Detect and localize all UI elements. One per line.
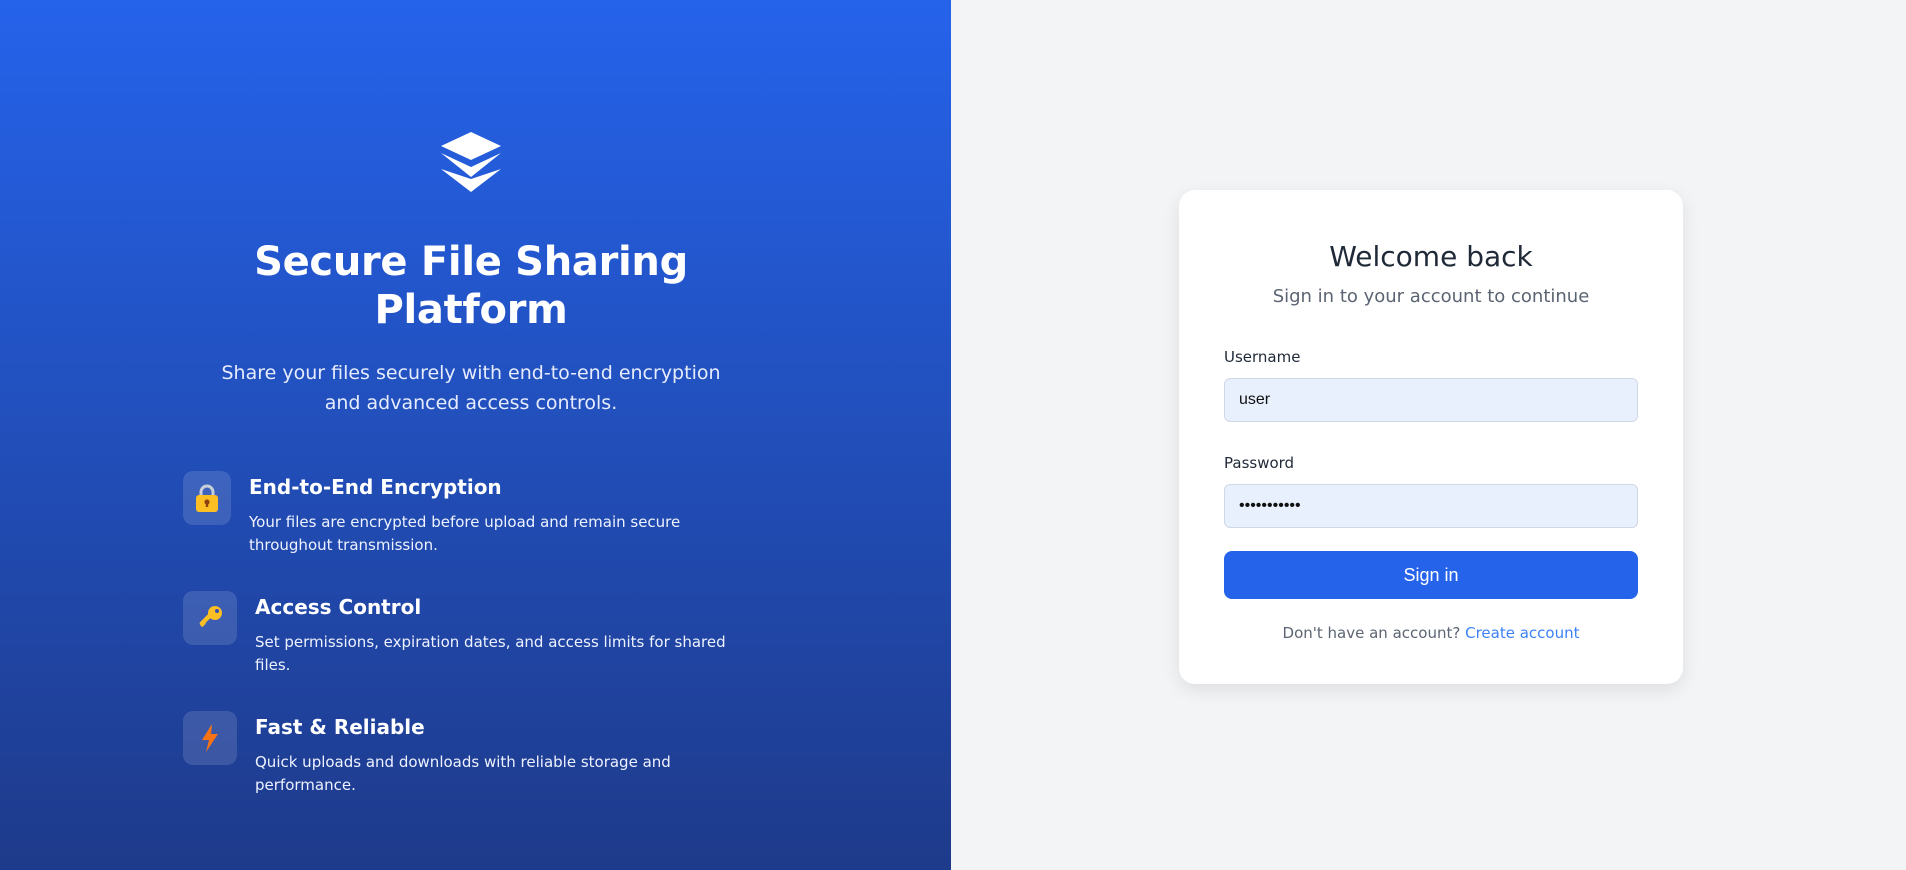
login-title: Welcome back	[1329, 240, 1533, 273]
create-account-link[interactable]: Create account	[1465, 624, 1579, 642]
feature-item-encryption: End-to-End Encryption Your files are enc…	[183, 471, 759, 557]
password-input[interactable]	[1224, 484, 1638, 528]
hero-subtitle: Share your files securely with end-to-en…	[221, 362, 721, 414]
key-icon	[199, 606, 222, 628]
login-card: Welcome back Sign in to your account to …	[1179, 190, 1683, 684]
lightning-icon	[202, 724, 218, 752]
feature-description: Set permissions, expiration dates, and a…	[255, 633, 726, 674]
signup-prompt: Don't have an account?	[1282, 624, 1461, 642]
hero-panel: Secure File Sharing Platform Share your …	[0, 0, 951, 870]
sign-in-button[interactable]: Sign in	[1224, 551, 1638, 599]
feature-text: Fast & Reliable Quick uploads and downlo…	[255, 711, 755, 797]
login-panel: Welcome back Sign in to your account to …	[951, 0, 1906, 870]
feature-description: Your files are encrypted before upload a…	[249, 513, 681, 554]
login-subtitle: Sign in to your account to continue	[1272, 286, 1590, 307]
feature-text: Access Control Set permissions, expirati…	[255, 591, 755, 677]
feature-text: End-to-End Encryption Your files are enc…	[249, 471, 749, 557]
password-label: Password	[1224, 454, 1295, 472]
feature-icon-container	[183, 471, 231, 525]
feature-icon-container	[183, 591, 237, 645]
feature-title: Fast & Reliable	[255, 715, 425, 739]
feature-description: Quick uploads and downloads with reliabl…	[255, 753, 671, 794]
feature-item-fast-reliable: Fast & Reliable Quick uploads and downlo…	[183, 711, 759, 797]
login-page: Secure File Sharing Platform Share your …	[0, 0, 1906, 870]
username-label: Username	[1224, 348, 1301, 366]
hero-content: Secure File Sharing Platform Share your …	[183, 130, 759, 831]
lock-icon	[196, 484, 218, 512]
feature-title: End-to-End Encryption	[249, 475, 502, 499]
hero-title: Secure File Sharing Platform	[254, 239, 688, 333]
username-input[interactable]	[1224, 378, 1638, 422]
feature-title: Access Control	[255, 595, 422, 619]
signup-row: Don't have an account? Create account	[1224, 624, 1638, 642]
feature-item-access-control: Access Control Set permissions, expirati…	[183, 591, 759, 677]
feature-list: End-to-End Encryption Your files are enc…	[183, 471, 759, 797]
layers-icon	[441, 132, 501, 192]
feature-icon-container	[183, 711, 237, 765]
